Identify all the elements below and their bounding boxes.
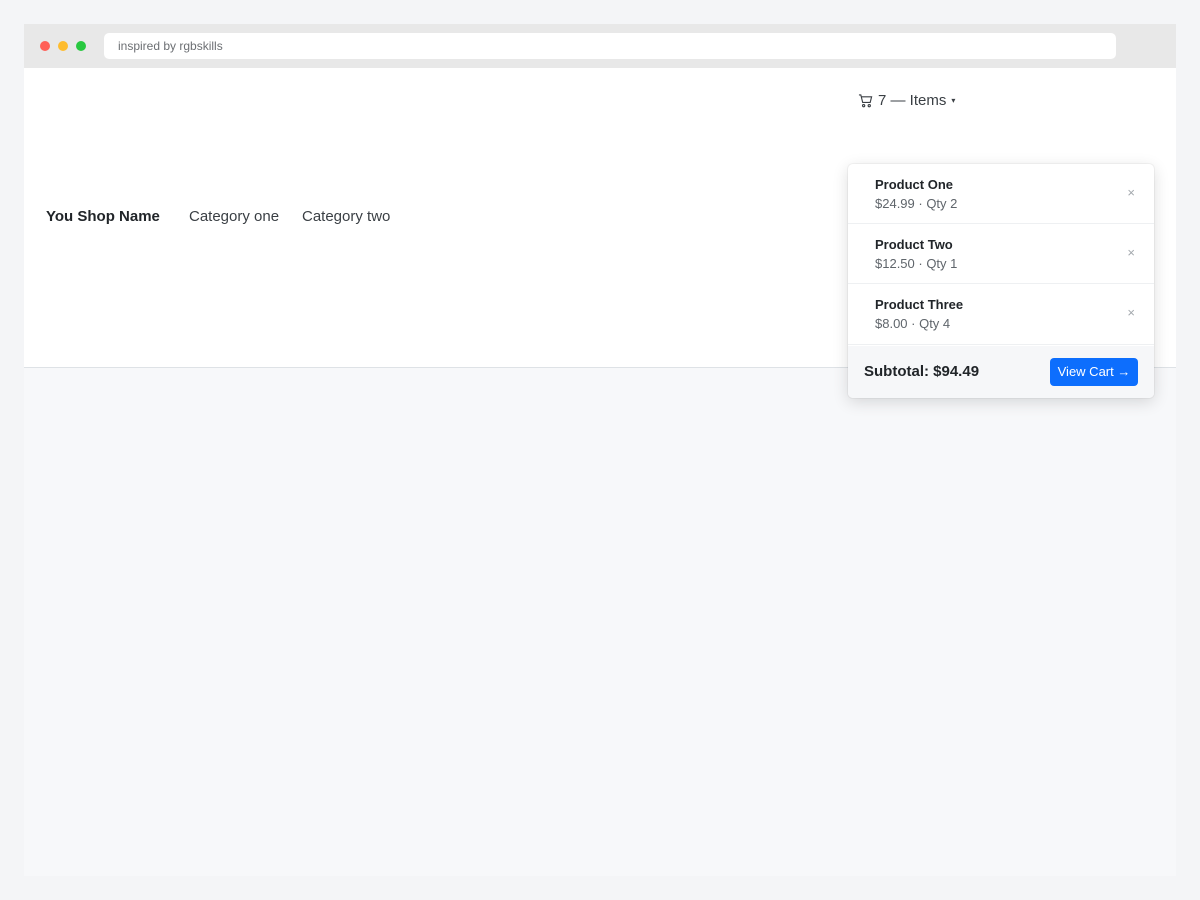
address-bar[interactable]: inspired by rgbskills (104, 33, 1116, 59)
cart-footer: Subtotal: $94.49 View Cart → (848, 346, 1154, 398)
cart-toggle-label: 7 — Items (878, 91, 947, 109)
cart-icon (858, 93, 873, 107)
cart-item-meta: $24.99 · Qty 2 (875, 196, 958, 211)
cart-item: Product One $24.99 · Qty 2 × (848, 164, 1154, 224)
caret-down-icon: ▾ (951, 95, 956, 105)
minimize-window-button[interactable] (58, 41, 68, 51)
cart-item-name: Product Three (875, 297, 964, 312)
remove-item-icon[interactable]: × (1127, 245, 1135, 260)
view-cart-button[interactable]: View Cart → (1050, 358, 1138, 386)
cart-dropdown: Product One $24.99 · Qty 2 × Product Two… (848, 164, 1154, 398)
nav-link-category-two[interactable]: Category two (302, 208, 390, 225)
browser-chrome: inspired by rgbskills (24, 24, 1176, 68)
browser-window: inspired by rgbskills You Shop Name Cate… (24, 24, 1176, 876)
cart-toggle[interactable]: 7 — Items ▾ (858, 91, 955, 109)
maximize-window-button[interactable] (76, 41, 86, 51)
nav-link-category-one[interactable]: Category one (189, 208, 279, 225)
cart-item-name: Product Two (875, 237, 953, 252)
site-header: You Shop Name Category one Category two … (24, 68, 1176, 398)
remove-item-icon[interactable]: × (1127, 305, 1135, 320)
cart-item: Product Three $8.00 · Qty 4 × (848, 284, 1154, 345)
shop-brand[interactable]: You Shop Name (46, 208, 160, 225)
cart-item-name: Product One (875, 177, 954, 192)
close-window-button[interactable] (40, 41, 50, 51)
cart-item-meta: $12.50 · Qty 1 (875, 256, 958, 271)
cart-subtotal: Subtotal: $94.49 (864, 363, 980, 380)
cart-item: Product Two $12.50 · Qty 1 × (848, 224, 1154, 284)
remove-item-icon[interactable]: × (1127, 185, 1135, 200)
cart-item-meta: $8.00 · Qty 4 (875, 316, 951, 331)
